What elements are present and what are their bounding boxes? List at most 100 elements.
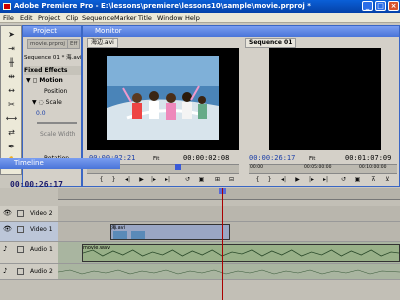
position-property[interactable]: Position <box>24 87 81 96</box>
eye-icon[interactable]: 👁 <box>3 226 13 233</box>
menu-title[interactable]: Title <box>138 14 152 22</box>
menu-bar: File Edit Project Clip Sequence Marker T… <box>0 13 400 23</box>
scale-property[interactable]: ▼ ◌ Scale <box>24 98 81 107</box>
play-icon[interactable]: ▶ <box>137 176 146 184</box>
rolling-edit-tool-icon[interactable]: ⇹ <box>5 70 18 83</box>
track-name: Audio 1 <box>30 246 53 253</box>
track-select-tool-icon[interactable]: ⇥ <box>5 42 18 55</box>
scale-label: Scale <box>45 99 62 106</box>
track-header-video-2[interactable]: 👁 Video 2 <box>0 206 58 222</box>
program-set-in-icon[interactable]: { <box>253 176 262 184</box>
tab-source-clip[interactable]: 海边.avi <box>87 38 118 48</box>
loop-icon[interactable]: ↺ <box>183 176 192 184</box>
lock-icon[interactable] <box>17 226 24 233</box>
slip-tool-icon[interactable]: ⟷ <box>5 112 18 125</box>
audio-waveform <box>58 269 400 275</box>
program-monitor-screen[interactable] <box>269 48 381 150</box>
step-forward-icon[interactable]: |▸ <box>149 176 158 184</box>
track-name: Video 2 <box>30 210 53 217</box>
menu-file[interactable]: File <box>3 14 14 22</box>
track-audio-2[interactable] <box>58 264 400 280</box>
motion-label: Motion <box>39 77 63 84</box>
close-button[interactable]: × <box>388 1 399 11</box>
ripple-edit-tool-icon[interactable]: ╫ <box>5 56 18 69</box>
program-go-to-out-icon[interactable]: ▸| <box>321 176 330 184</box>
tab-effects[interactable]: Eff <box>67 39 81 49</box>
program-set-out-icon[interactable]: } <box>265 176 274 184</box>
source-duration-timecode: 00:00:02:08 <box>183 154 230 162</box>
eye-icon[interactable]: 👁 <box>3 210 13 217</box>
track-name: Video 1 <box>30 226 53 233</box>
scale-value[interactable]: 0.0 <box>24 109 81 118</box>
track-header-video-1[interactable]: 👁 Video 1 <box>0 222 58 242</box>
monitor-panel-header: Monitor <box>83 26 399 37</box>
rate-stretch-tool-icon[interactable]: ↔ <box>5 84 18 97</box>
window-title: Adobe Premiere Pro - E:\lessons\premiere… <box>14 2 311 10</box>
program-play-icon[interactable]: ▶ <box>293 176 302 184</box>
tab-project-file[interactable]: movie.prproj <box>27 39 68 49</box>
lock-icon[interactable] <box>17 246 24 253</box>
sequence-label: Sequence 01 * 海.avi <box>24 55 81 61</box>
menu-marker[interactable]: Marker <box>114 14 136 22</box>
go-to-out-icon[interactable]: ▸| <box>163 176 172 184</box>
step-back-icon[interactable]: ◂| <box>123 176 132 184</box>
slide-tool-icon[interactable]: ⇄ <box>5 126 18 139</box>
program-step-back-icon[interactable]: ◂| <box>279 176 288 184</box>
track-video-1[interactable]: 海.avi <box>58 222 400 242</box>
scale-slider[interactable] <box>37 122 77 124</box>
premiere-app-icon <box>3 3 11 10</box>
menu-sequence[interactable]: Sequence <box>82 14 114 22</box>
source-video-frame <box>87 48 239 150</box>
set-in-icon[interactable]: { <box>97 176 106 184</box>
program-loop-icon[interactable]: ↺ <box>339 176 348 184</box>
speaker-icon[interactable]: ♪ <box>3 246 13 253</box>
program-duration-timecode: 00:01:07:09 <box>345 154 392 162</box>
track-video-2[interactable] <box>58 206 400 222</box>
fixed-effects-heading: Fixed Effects <box>24 66 81 75</box>
minimize-button[interactable]: _ <box>362 1 373 11</box>
ruler-end-label: 00:10:00:00 <box>359 165 387 170</box>
set-out-icon[interactable]: } <box>109 176 118 184</box>
project-panel-header: Project <box>23 26 81 37</box>
tab-program-sequence[interactable]: Sequence 01 <box>245 38 297 48</box>
timeline-playhead[interactable] <box>222 188 223 300</box>
extract-icon[interactable]: ⊻ <box>383 176 392 184</box>
motion-effect-row[interactable]: ▼ ◻ Motion <box>24 76 81 85</box>
lock-icon[interactable] <box>17 210 24 217</box>
insert-icon[interactable]: ⊞ <box>213 176 222 184</box>
timeline-ruler[interactable] <box>58 188 400 200</box>
track-header-audio-1[interactable]: ♪ Audio 1 <box>0 242 58 264</box>
safe-margins-icon[interactable]: ▣ <box>197 176 206 184</box>
speaker-icon[interactable]: ♪ <box>3 268 13 275</box>
lock-icon[interactable] <box>17 268 24 275</box>
program-zoom-select[interactable]: Fit <box>309 155 315 163</box>
source-monitor-screen[interactable] <box>87 48 239 150</box>
video-clip[interactable]: 海.avi <box>110 224 230 240</box>
track-name: Audio 2 <box>30 268 53 275</box>
program-step-forward-icon[interactable]: |▸ <box>307 176 316 184</box>
razor-tool-icon[interactable]: ✂ <box>5 98 18 111</box>
program-current-timecode[interactable]: 00:00:26:17 <box>249 154 295 163</box>
overlay-icon[interactable]: ⊟ <box>227 176 236 184</box>
pen-tool-icon[interactable]: ✒ <box>5 140 18 153</box>
audio-clip[interactable]: movie.wav <box>82 244 400 262</box>
source-zoom-select[interactable]: Fit <box>153 155 159 163</box>
selection-tool-icon[interactable]: ➤ <box>5 28 18 41</box>
menu-edit[interactable]: Edit <box>20 14 33 22</box>
ruler-start-label: 00:00 <box>250 165 263 170</box>
scale-width-property: Scale Width <box>40 131 76 138</box>
track-audio-1[interactable]: movie.wav <box>58 242 400 264</box>
program-safe-margins-icon[interactable]: ▣ <box>353 176 362 184</box>
tools-palette: ➤ ⇥ ╫ ⇹ ↔ ✂ ⟷ ⇄ ✒ ✋ <box>0 25 22 175</box>
menu-project[interactable]: Project <box>38 14 60 22</box>
audio-waveform <box>83 249 399 257</box>
menu-clip[interactable]: Clip <box>66 14 78 22</box>
program-time-ruler[interactable]: 00:00 00:05:00:00 00:10:00:00 <box>249 164 397 174</box>
maximize-button[interactable]: □ <box>375 1 386 11</box>
lift-icon[interactable]: ⊼ <box>369 176 378 184</box>
source-playhead-marker[interactable] <box>175 164 181 170</box>
menu-help[interactable]: Help <box>185 14 200 22</box>
clip-thumbnail <box>113 231 127 239</box>
menu-window[interactable]: Window <box>157 14 183 22</box>
track-header-audio-2[interactable]: ♪ Audio 2 <box>0 264 58 280</box>
